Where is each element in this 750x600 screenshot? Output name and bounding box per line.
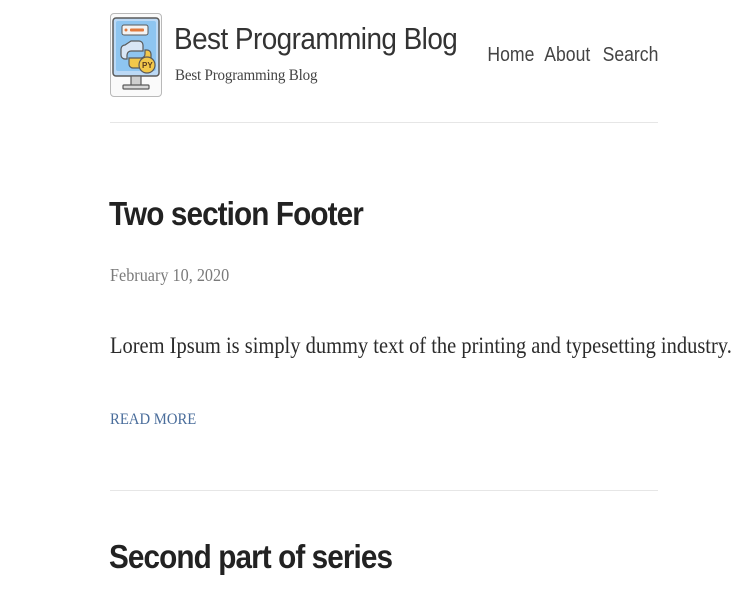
- post-date: February 10, 2020: [110, 265, 230, 285]
- nav-search-link[interactable]: Search: [602, 44, 658, 67]
- main-nav: Home About Search: [481, 44, 658, 67]
- post-title-link[interactable]: Two section Footer: [109, 195, 364, 232]
- site-header: PY Best Programming Blog Best Programmin…: [110, 12, 658, 100]
- site-title[interactable]: Best Programming Blog: [174, 21, 458, 56]
- header-divider: [110, 122, 658, 123]
- svg-text:PY: PY: [142, 61, 153, 70]
- site-tagline: Best Programming Blog: [175, 67, 318, 84]
- python-monitor-logo-icon[interactable]: PY: [110, 13, 162, 97]
- post-excerpt: Lorem Ipsum is simply dummy text of the …: [110, 333, 732, 358]
- blog-page: PY Best Programming Blog Best Programmin…: [0, 0, 750, 600]
- nav-about-link[interactable]: About: [545, 44, 591, 67]
- read-more-link[interactable]: READ MORE: [110, 411, 196, 429]
- post-title-link[interactable]: Second part of series: [109, 538, 393, 575]
- nav-home-link[interactable]: Home: [487, 44, 534, 67]
- post-divider: [110, 490, 658, 491]
